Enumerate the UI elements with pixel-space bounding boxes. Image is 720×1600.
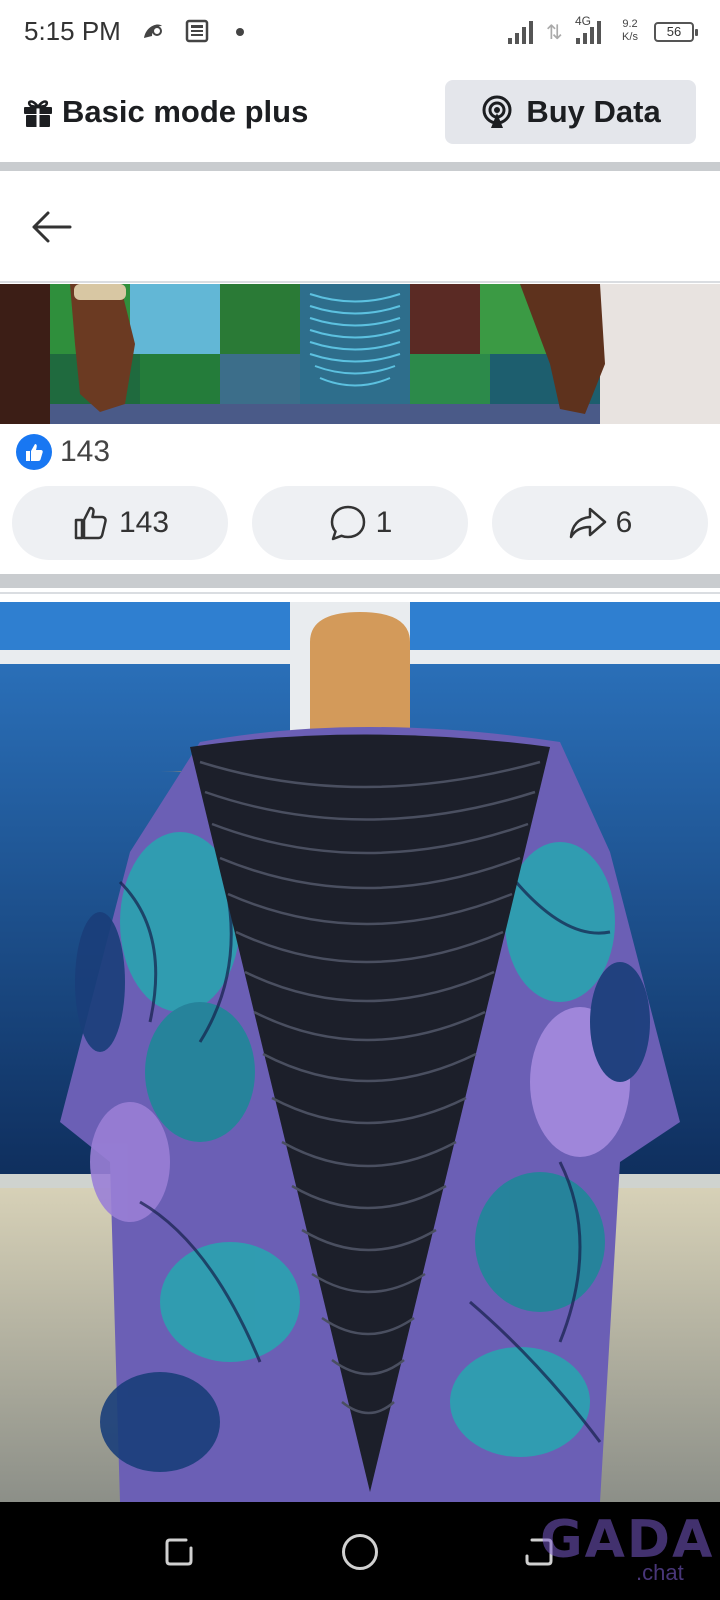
- reactions-summary[interactable]: 143: [16, 432, 110, 472]
- like-reaction-icon: [16, 434, 52, 470]
- signal-strength-icon-2: [576, 21, 601, 44]
- data-activity-icon: ⇅: [546, 22, 563, 44]
- recent-apps-icon[interactable]: [164, 1536, 194, 1568]
- basic-mode-plus[interactable]: Basic mode plus: [22, 94, 308, 130]
- buy-data-label: Buy Data: [526, 94, 661, 129]
- thumbs-up-icon: [74, 506, 107, 540]
- battery-level: 56: [666, 24, 682, 39]
- status-time: 5:15 PM: [24, 16, 121, 46]
- gift-icon: [24, 100, 52, 127]
- more-notifications-dot: [236, 28, 244, 36]
- comment-bubble-icon: [330, 505, 365, 541]
- post-photo-2-image: [0, 602, 720, 1502]
- watermark-suffix: .chat: [636, 1560, 684, 1585]
- like-button[interactable]: 143: [12, 486, 228, 560]
- post-photo-1-image: [0, 284, 720, 424]
- status-bar: 5:15 PM ⇅ 4G 9.2 K/s 56: [0, 0, 720, 64]
- news-notification-icon: [185, 19, 209, 43]
- comment-button[interactable]: 1: [252, 486, 468, 560]
- reaction-count: 143: [60, 435, 111, 468]
- post-photo-1[interactable]: [0, 284, 720, 424]
- basic-mode-label: Basic mode plus: [62, 94, 309, 129]
- like-count: 143: [118, 506, 170, 539]
- app-notification-icon: [144, 24, 162, 38]
- signal-strength-icon: [508, 21, 533, 44]
- post-photo-2[interactable]: [0, 602, 720, 1502]
- share-button[interactable]: 6: [492, 486, 708, 560]
- divider: [0, 162, 720, 171]
- buy-data-button[interactable]: Buy Data: [445, 80, 696, 144]
- top-bar: Basic mode plus Buy Data: [0, 64, 720, 162]
- watermark-logo: GADA: [540, 1510, 715, 1570]
- battery-icon: 56: [654, 22, 698, 42]
- share-arrow-icon: [569, 507, 606, 539]
- arrow-left-icon[interactable]: [28, 207, 74, 247]
- divider-thin: [0, 592, 720, 594]
- broadcast-icon: [482, 95, 512, 128]
- network-speed-unit: K/s: [622, 31, 638, 43]
- network-speed: 9.2 K/s: [618, 18, 642, 44]
- share-count: 6: [615, 506, 633, 539]
- android-nav-bar: GADA .chat: [0, 1502, 720, 1600]
- home-icon[interactable]: [342, 1534, 378, 1570]
- network-speed-value: 9.2: [622, 18, 638, 30]
- post-divider: [0, 574, 720, 588]
- comment-count: 1: [375, 506, 393, 539]
- nav-bar: [0, 171, 720, 283]
- post-actions: 143 1 6: [12, 486, 708, 560]
